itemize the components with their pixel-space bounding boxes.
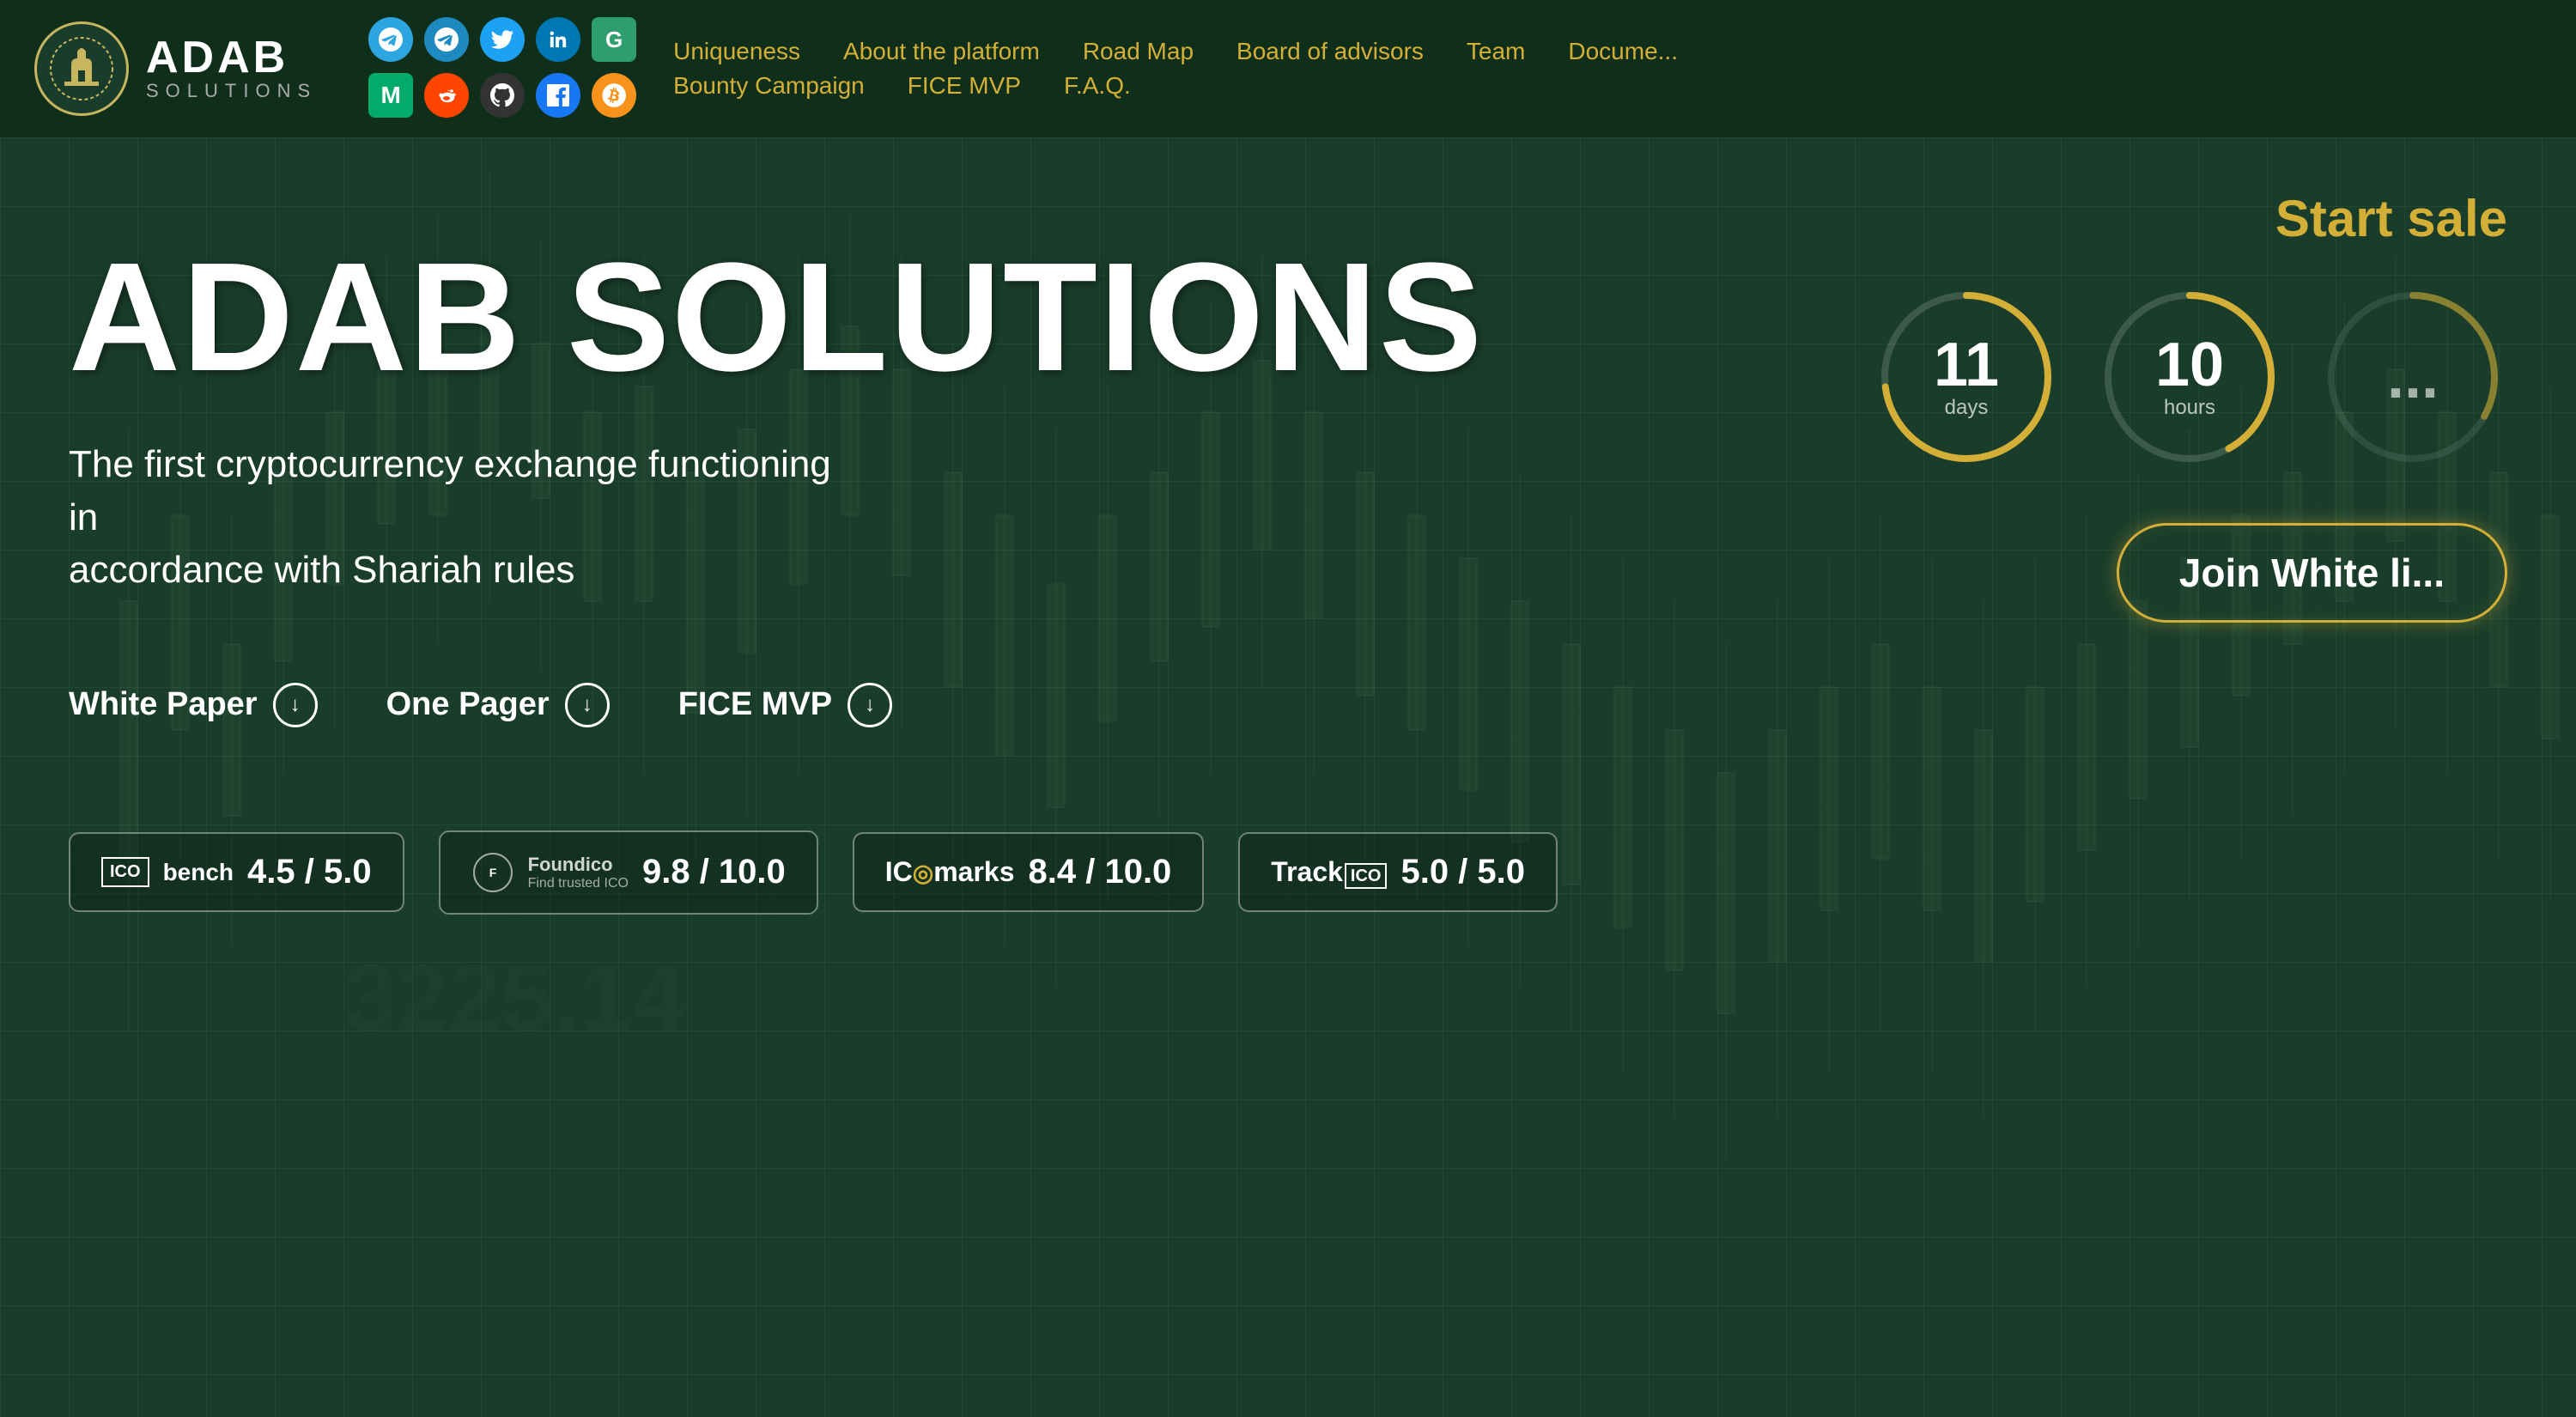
whitepaper-download-icon: ↓ (273, 683, 318, 727)
bitcoin-icon[interactable] (592, 73, 636, 118)
nav-documents[interactable]: Docume... (1568, 38, 1678, 65)
ficemvp-download-icon: ↓ (848, 683, 892, 727)
svg-text:F: F (489, 866, 496, 879)
icomarks-name: IC◎marks (885, 856, 1015, 888)
nav-uniqueness[interactable]: Uniqueness (673, 38, 800, 65)
rating-badges: ICO bench 4.5 / 5.0 F Foundico Find trus… (69, 830, 2507, 915)
foundico-name: Foundico (528, 854, 629, 876)
brand-name: ADAB (146, 35, 317, 80)
brand-sub: SOLUTIONS (146, 80, 317, 102)
nav-about[interactable]: About the platform (843, 38, 1040, 65)
foundico-score: 9.8 / 10.0 (642, 853, 786, 891)
countdown-third: ... (2318, 283, 2507, 471)
nav-advisors[interactable]: Board of advisors (1236, 38, 1424, 65)
nav-roadmap[interactable]: Road Map (1083, 38, 1194, 65)
countdown-hours: 10 hours (2095, 283, 2284, 471)
foundico-badge: F Foundico Find trusted ICO 9.8 / 10.0 (439, 830, 818, 915)
join-whitelist-button[interactable]: Join White li... (2117, 523, 2507, 623)
telegram2-icon[interactable] (424, 17, 469, 62)
nav-menu: Uniqueness About the platform Road Map B… (673, 38, 1678, 100)
countdown-days: 11 days (1872, 283, 2061, 471)
social-icons: G M (368, 17, 639, 120)
onepager-link[interactable]: One Pager ↓ (386, 683, 610, 727)
whitepaper-link[interactable]: White Paper ↓ (69, 683, 318, 727)
countdown-days-value: 11 (1934, 334, 1999, 396)
icobench-box: ICO (101, 857, 149, 887)
nav-bounty[interactable]: Bounty Campaign (673, 72, 865, 100)
countdown-hours-value: 10 (2155, 334, 2224, 396)
nav-fice[interactable]: FICE MVP (908, 72, 1021, 100)
icobench-name: bench (163, 859, 234, 886)
trackico-name: TrackICO (1271, 856, 1387, 888)
countdown-circles: 11 days 10 hours (1872, 283, 2507, 471)
icomarks-score: 8.4 / 10.0 (1029, 853, 1172, 891)
twitter-icon[interactable] (480, 17, 525, 62)
reddit-icon[interactable] (424, 73, 469, 118)
countdown-days-label: days (1934, 396, 1999, 420)
icomarks-badge: IC◎marks 8.4 / 10.0 (853, 832, 1205, 912)
ficemvp-link[interactable]: FICE MVP ↓ (678, 683, 892, 727)
github-icon[interactable] (480, 73, 525, 118)
logo-icon (34, 21, 129, 116)
icobench-score: 4.5 / 5.0 (247, 853, 372, 891)
nav-row-1: Uniqueness About the platform Road Map B… (673, 38, 1678, 65)
hero-subtitle: The first cryptocurrency exchange functi… (69, 438, 841, 597)
medium-icon[interactable]: M (368, 73, 413, 118)
linkedin-icon[interactable] (536, 17, 580, 62)
trackico-score: 5.0 / 5.0 (1400, 853, 1525, 891)
logo-area: ADAB SOLUTIONS (34, 21, 317, 116)
nav-team[interactable]: Team (1467, 38, 1525, 65)
foundico-tagline: Find trusted ICO (528, 876, 629, 891)
custom-g-icon[interactable]: G (592, 17, 636, 62)
icobench-badge: ICO bench 4.5 / 5.0 (69, 832, 404, 912)
onepager-download-icon: ↓ (565, 683, 610, 727)
countdown-area: Start sale 11 days 10 (1803, 137, 2576, 674)
countdown-hours-label: hours (2155, 396, 2224, 420)
trackico-badge: TrackICO 5.0 / 5.0 (1238, 832, 1558, 912)
nav-faq[interactable]: F.A.Q. (1064, 72, 1131, 100)
telegram-icon[interactable] (368, 17, 413, 62)
foundico-icon: F (471, 851, 514, 894)
download-links: White Paper ↓ One Pager ↓ FICE MVP ↓ (69, 683, 2507, 727)
nav-row-2: Bounty Campaign FICE MVP F.A.Q. (673, 72, 1678, 100)
header: ADAB SOLUTIONS G M (0, 0, 2576, 137)
logo-text: ADAB SOLUTIONS (146, 35, 317, 102)
countdown-third-value: ... (2387, 346, 2439, 408)
facebook-icon[interactable] (536, 73, 580, 118)
start-sale-label: Start sale (2275, 189, 2507, 248)
